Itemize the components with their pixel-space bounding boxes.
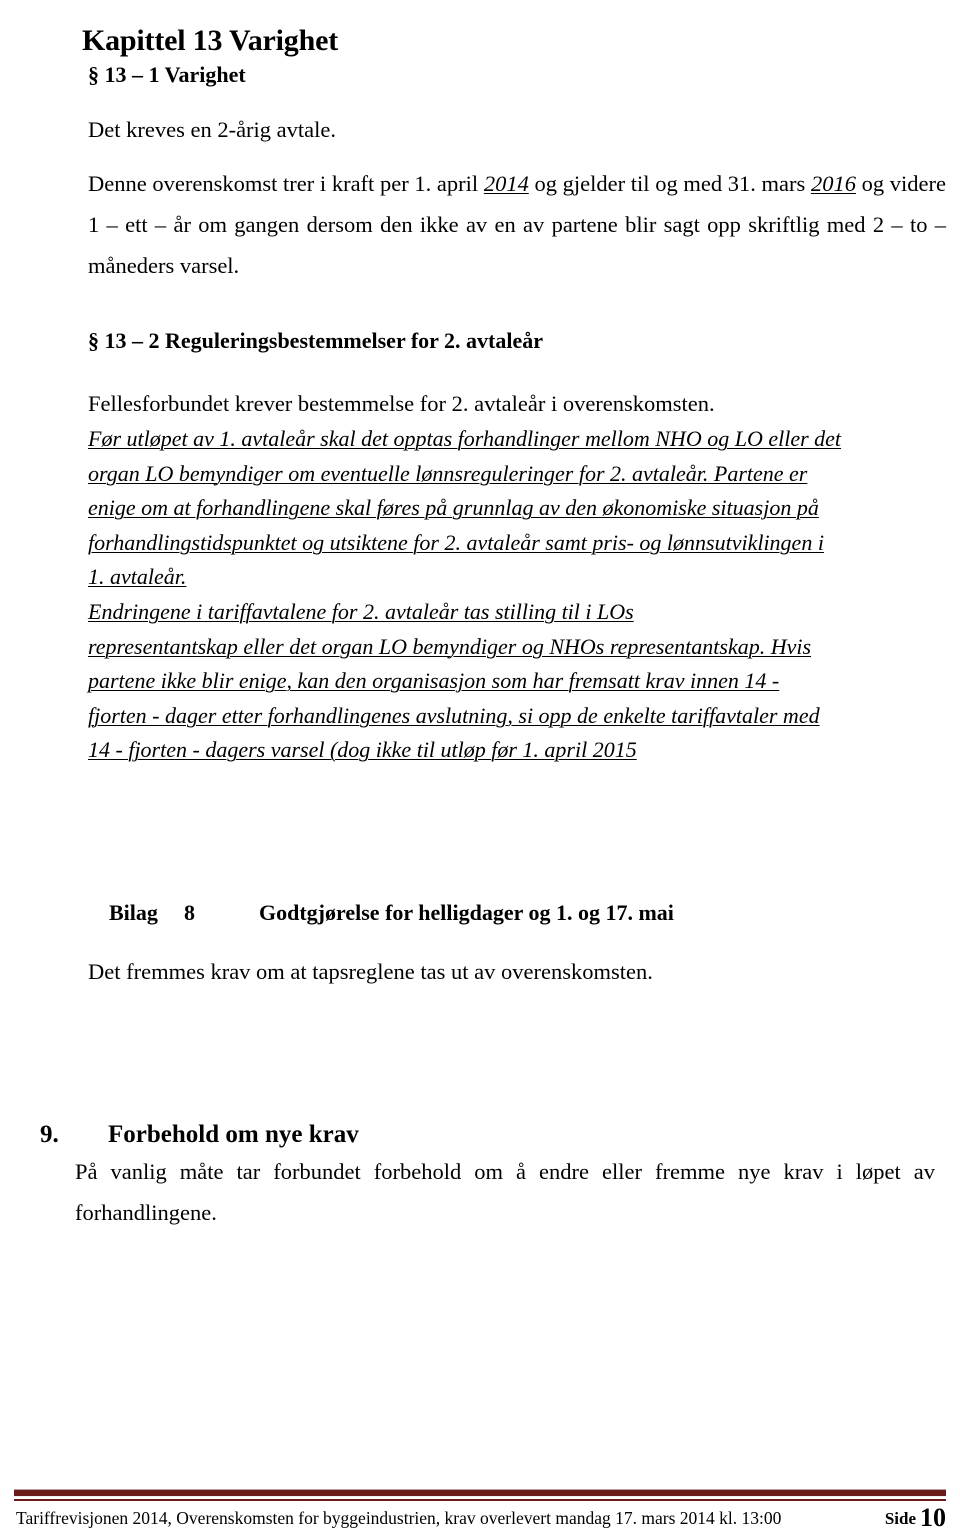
footer-page-indicator: Side 10 [885, 1503, 946, 1533]
italic-line: partene ikke blir enige, kan den organis… [88, 668, 780, 694]
footer-divider-rule [14, 1489, 946, 1501]
paragraph-forbehold: På vanlig måte tar forbundet forbehold o… [75, 1158, 935, 1225]
denne-part-2: og gjelder til og med 31. mars [528, 170, 811, 196]
italic-line: representantskap eller det organ LO bemy… [88, 633, 812, 659]
paragraph-fellesforbundet: Fellesforbundet krever bestemmelse for 2… [88, 390, 715, 416]
section-heading-13-1: § 13 – 1 Varighet [88, 62, 246, 88]
bilag-heading: Bilag 8 Godtgjørelse for helligdager og 1.… [87, 874, 674, 952]
italic-line: 1. avtaleår. [88, 564, 187, 590]
section-9-number: 9. [40, 1120, 59, 1148]
section-9-title: Forbehold om nye krav [108, 1120, 359, 1148]
paragraph-overenskomst-ikrafttredelse: Denne overenskomst trer i kraft per 1. a… [88, 163, 946, 286]
year-to: 2016 [810, 170, 856, 196]
year-from: 2014 [483, 170, 529, 196]
paragraph-tapsreglene: Det fremmes krav om at tapsreglene tas u… [88, 958, 653, 984]
italic-line: Før utløpet av 1. avtaleår skal det oppt… [88, 426, 842, 451]
footer-rule-thick [14, 1489, 946, 1497]
chapter-heading: Kapittel 13 Varighet [82, 24, 338, 58]
italic-line: forhandlingstidspunktet og utsiktene for… [88, 529, 824, 555]
bilag-label: Bilag [109, 900, 158, 926]
italic-line: enige om at forhandlingene skal føres på… [88, 495, 819, 521]
bilag-number: 8 [184, 900, 195, 926]
footer-rule-thin [14, 1499, 946, 1501]
bilag-title: Godtgjørelse for helligdager og 1. og 17… [259, 900, 674, 926]
italic-line: 14 - fjorten - dagers varsel (dog ikke t… [88, 737, 637, 763]
italic-line: Endringene i tariffavtalene for 2. avtal… [88, 598, 634, 624]
italic-line: organ LO bemyndiger om eventuelle lønnsr… [88, 460, 808, 486]
section-heading-13-2: § 13 – 2 Reguleringsbestemmelser for 2. … [88, 328, 543, 354]
page-label: Side [884, 1509, 916, 1528]
page-number: 10 [920, 1503, 946, 1532]
document-page: Kapittel 13 Varighet § 13 – 1 Varighet D… [0, 0, 960, 1540]
paragraph-kreves-avtale: Det kreves en 2-årig avtale. [88, 116, 337, 142]
italic-line: fjorten - dager etter forhandlingenes av… [88, 702, 820, 728]
denne-part-1: Denne overenskomst trer i kraft per 1. a… [88, 170, 484, 196]
footer-text: Tariffrevisjonen 2014, Overenskomsten fo… [16, 1508, 782, 1528]
italic-underlined-block: Før utløpet av 1. avtaleår skal det oppt… [88, 422, 956, 768]
